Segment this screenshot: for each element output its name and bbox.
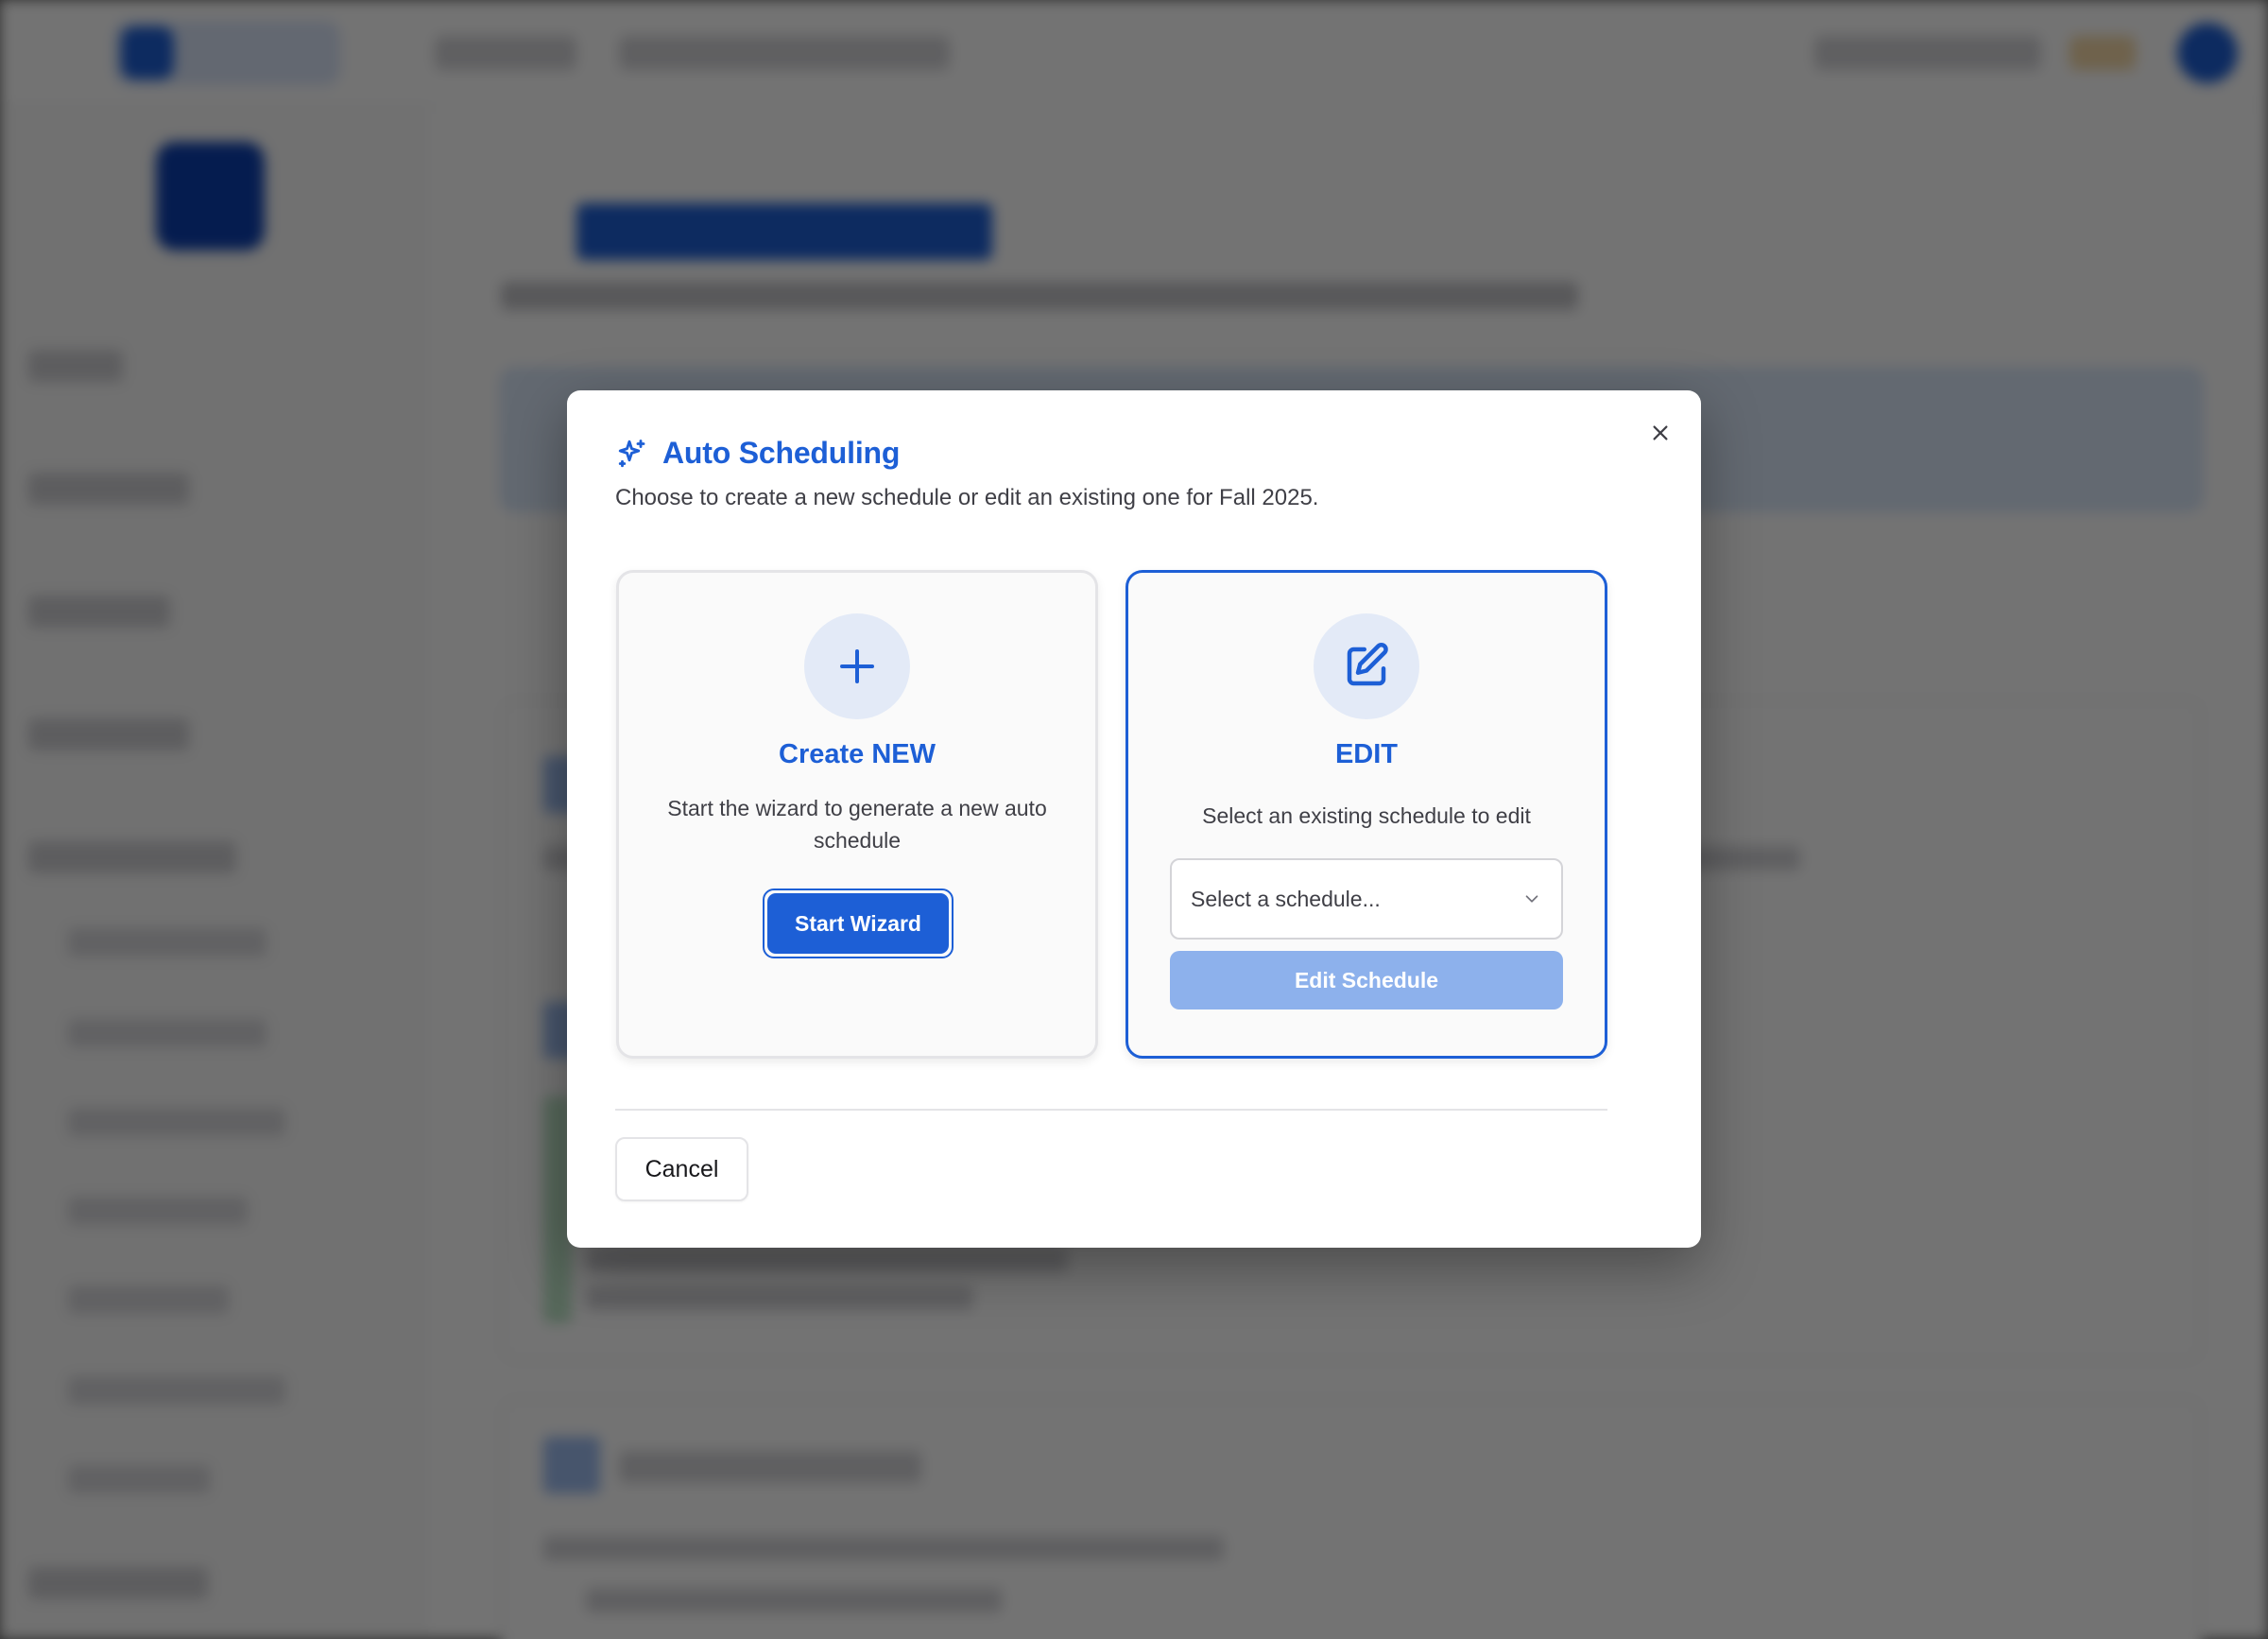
dialog-title: Auto Scheduling (662, 436, 901, 470)
create-new-description: Start the wizard to generate a new auto … (667, 796, 1047, 853)
edit-icon-circle (1314, 613, 1419, 719)
footer-divider (615, 1109, 1607, 1111)
create-new-card[interactable]: Create NEW Start the wizard to generate … (616, 570, 1098, 1059)
auto-scheduling-dialog: Auto Scheduling Choose to create a new s… (567, 390, 1701, 1248)
schedule-select-placeholder: Select a schedule... (1191, 886, 1381, 911)
sparkles-icon (618, 439, 645, 467)
dialog-header: Auto Scheduling (615, 436, 900, 471)
edit-icon (1347, 643, 1388, 686)
cancel-button[interactable]: Cancel (615, 1137, 748, 1201)
dialog-description: Choose to create a new schedule or edit … (615, 485, 1319, 510)
start-wizard-button[interactable]: Start Wizard (767, 893, 949, 954)
edit-schedule-button[interactable]: Edit Schedule (1170, 951, 1563, 1009)
close-button[interactable] (1644, 417, 1676, 449)
start-wizard-focus-ring: Start Wizard (763, 889, 954, 958)
schedule-select[interactable]: Select a schedule... (1170, 858, 1563, 940)
create-icon-circle (804, 613, 910, 719)
create-new-title: Create NEW (779, 739, 936, 769)
edit-title: EDIT (1334, 739, 1399, 769)
chevron-down-icon (1525, 895, 1538, 903)
close-icon (1653, 425, 1668, 440)
plus-icon (840, 649, 874, 683)
edit-card[interactable]: EDIT Select an existing schedule to edit… (1125, 570, 1607, 1059)
edit-description: Select an existing schedule to edit (1202, 803, 1531, 828)
